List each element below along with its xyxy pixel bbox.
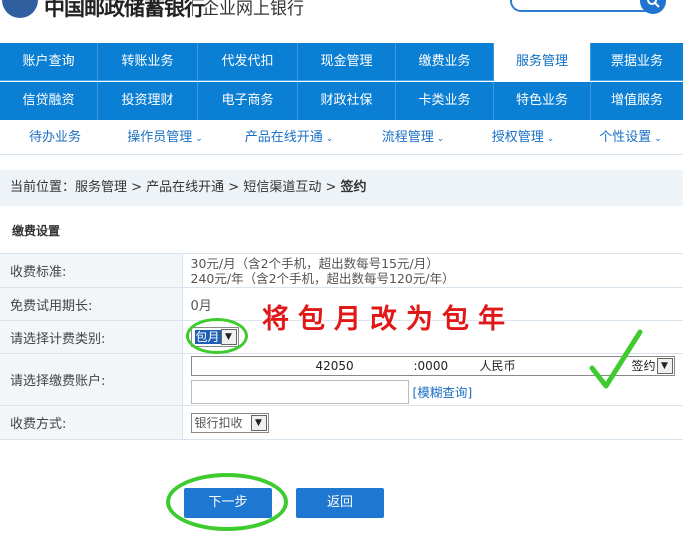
bank-logo-icon: [2, 0, 38, 18]
fee-yearly: 240元/年（含2个手机，超出数每号120元/年）: [190, 270, 455, 286]
nav-credit[interactable]: 信贷融资: [0, 82, 98, 120]
subnav-operator-management[interactable]: 操作员管理 ⌄: [110, 121, 220, 155]
subnav-workflow[interactable]: 流程管理 ⌄: [358, 121, 468, 155]
account-currency: 人民币: [479, 358, 516, 373]
annotation-text: 将包月改为包年: [262, 304, 514, 335]
nav-bill-payment[interactable]: 缴费业务: [396, 43, 494, 81]
nav-transfer[interactable]: 转账业务: [98, 43, 198, 81]
account-label: 请选择缴费账户:: [0, 353, 183, 406]
nav-special-services[interactable]: 特色业务: [494, 82, 591, 120]
breadcrumb-path: 服务管理 > 产品在线开通 > 短信渠道互动 >: [75, 180, 341, 195]
chevron-down-icon: ⌄: [325, 134, 334, 144]
fee-standard-label: 收费标准:: [0, 253, 183, 288]
account-number-part2: :0000: [413, 358, 449, 373]
fee-standard-value: 30元/月（含2个手机，超出数每号15元/月） 240元/年（含2个手机，超出数…: [182, 253, 683, 288]
subnav-todo-label: 待办业务: [28, 130, 81, 145]
nav-payroll[interactable]: 代发代扣: [198, 43, 298, 81]
nav-social-security[interactable]: 财政社保: [298, 82, 396, 120]
highlight-ring-next: [166, 473, 288, 531]
checkmark-icon: [589, 329, 643, 389]
subnav-operator-label: 操作员管理: [127, 130, 193, 145]
subnav-product-activation[interactable]: 产品在线开通 ⌄: [220, 121, 358, 155]
fee-monthly: 30元/月（含2个手机，超出数每号15元/月）: [190, 255, 439, 271]
chevron-down-icon: ⌄: [546, 134, 555, 144]
row-fee-standard: 收费标准: 30元/月（含2个手机，超出数每号15元/月） 240元/年（含2个…: [0, 253, 683, 288]
breadcrumb-current: 签约: [340, 180, 367, 195]
breadcrumb: 当前位置：服务管理 > 产品在线开通 > 短信渠道互动 > 签约: [0, 170, 683, 206]
row-account: 请选择缴费账户: 42050 :0000 人民币 签约 ▼ [模糊查询]: [0, 353, 683, 406]
row-method: 收费方式: 银行扣收 ▼: [0, 405, 683, 440]
chevron-down-icon: ⌄: [195, 134, 203, 144]
back-button[interactable]: 返回: [296, 488, 384, 518]
nav-investment[interactable]: 投资理财: [98, 82, 198, 120]
logo-divider: [192, 0, 193, 16]
chevron-down-icon: ⌄: [436, 134, 445, 144]
chevron-down-icon: ▼: [250, 414, 267, 431]
account-filter-input[interactable]: [190, 379, 409, 404]
trial-label: 免费试用期长:: [0, 287, 183, 321]
nav-value-added[interactable]: 增值服务: [591, 82, 683, 120]
account-number-part1: 42050: [315, 358, 354, 373]
nav-service-management[interactable]: 服务管理: [494, 43, 591, 81]
method-label: 收费方式:: [0, 405, 183, 440]
bank-name: 中国邮政储蓄银行: [44, 0, 205, 20]
section-title: 缴费设置: [12, 224, 61, 238]
search-icon: [647, 0, 660, 8]
billing-type-label: 请选择计费类别:: [0, 320, 183, 354]
subnav-workflow-label: 流程管理: [381, 130, 434, 145]
chevron-down-icon: ▼: [656, 357, 673, 374]
subnav-personal-settings[interactable]: 个性设置 ⌄: [578, 121, 683, 155]
nav-card-services[interactable]: 卡类业务: [396, 82, 494, 120]
subnav-product-label: 产品在线开通: [244, 130, 323, 145]
subnav-todo[interactable]: 待办业务: [0, 121, 110, 155]
nav-account-query[interactable]: 账户查询: [0, 43, 98, 81]
method-selected: 银行扣收: [194, 415, 243, 430]
subnav-authorization-label: 授权管理: [491, 130, 544, 145]
nav-bills[interactable]: 票据业务: [591, 43, 683, 81]
chevron-down-icon: ⌄: [654, 134, 662, 144]
fuzzy-search-link[interactable]: [模糊查询]: [413, 385, 473, 400]
highlight-ring-billing-type: [186, 318, 248, 354]
method-select[interactable]: 银行扣收 ▼: [190, 412, 269, 433]
main-nav-row-2: 信贷融资 投资理财 电子商务 财政社保 卡类业务 特色业务 增值服务: [0, 82, 683, 120]
payment-settings-form: 收费标准: 30元/月（含2个手机，超出数每号15元/月） 240元/年（含2个…: [0, 253, 683, 440]
site-subtitle: 企业网上银行: [202, 0, 304, 19]
nav-cash-management[interactable]: 现金管理: [298, 43, 396, 81]
breadcrumb-prefix: 当前位置：: [10, 180, 76, 195]
header: 中国邮政储蓄银行 企业网上银行: [0, 0, 683, 42]
nav-ecommerce[interactable]: 电子商务: [198, 82, 298, 120]
main-nav-row-1: 账户查询 转账业务 代发代扣 现金管理 缴费业务 服务管理 票据业务: [0, 43, 683, 81]
sub-nav: 待办业务 操作员管理 ⌄ 产品在线开通 ⌄ 流程管理 ⌄ 授权管理 ⌄ 个性设置 ⌄: [0, 121, 683, 155]
subnav-authorization[interactable]: 授权管理 ⌄: [468, 121, 578, 155]
subnav-settings-label: 个性设置: [599, 130, 652, 145]
